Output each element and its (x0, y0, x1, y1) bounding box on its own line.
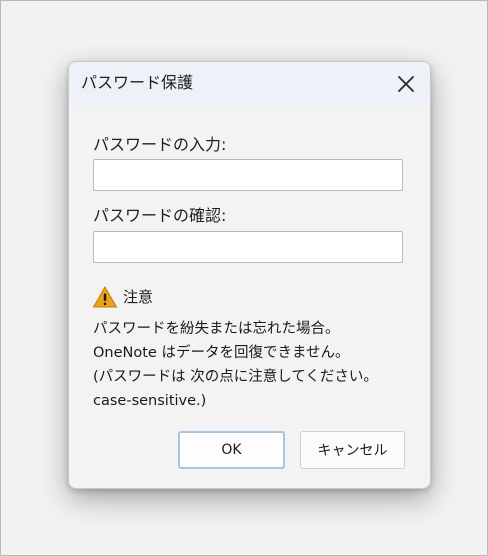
confirm-password-label: パスワードの確認: (93, 206, 227, 225)
confirm-password-input[interactable] (93, 231, 403, 263)
cancel-button[interactable]: キャンセル (300, 431, 405, 469)
warning-message: パスワードを紛失または忘れた場合。 OneNote はデータを回復できません。 … (93, 317, 418, 413)
screenshot-frame: パスワード保護 パスワードの入力: パスワードの確認: 注意 パスワードを紛失ま… (0, 0, 488, 556)
dialog-title-bar: パスワード保護 (69, 62, 430, 106)
close-button[interactable] (394, 72, 418, 96)
password-protection-dialog: パスワード保護 パスワードの入力: パスワードの確認: 注意 パスワードを紛失ま… (68, 61, 431, 489)
warning-label: 注意 (123, 288, 154, 306)
ok-button[interactable]: OK (178, 431, 285, 469)
message-line: (パスワードは 次の点に注意してください。 (93, 369, 378, 385)
warning-icon (92, 285, 118, 309)
message-line: case-sensitive.) (93, 393, 207, 409)
password-label: パスワードの入力: (93, 135, 227, 154)
close-icon (398, 76, 414, 92)
message-line: OneNote はデータを回復できません。 (93, 345, 350, 361)
password-input[interactable] (93, 159, 403, 191)
message-line: パスワードを紛失または忘れた場合。 (93, 321, 340, 337)
dialog-title: パスワード保護 (81, 73, 194, 92)
